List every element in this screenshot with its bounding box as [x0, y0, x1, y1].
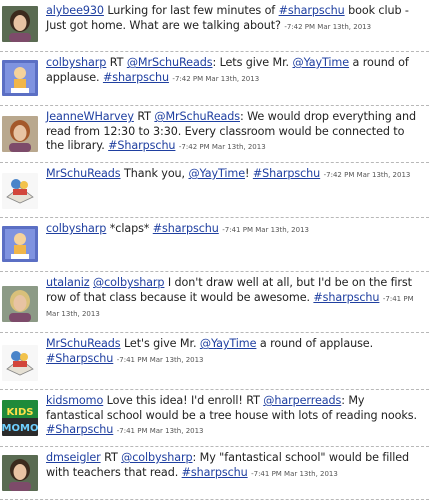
tweet-timestamp: -7:41 PM Mar 13th, 2013: [222, 226, 309, 234]
hashtag-link[interactable]: #sharpschu: [279, 4, 345, 17]
tweet-item: JeanneWHarvey RT @MrSchuReads: We would …: [0, 106, 429, 163]
tweet-body-text: RT: [100, 451, 122, 464]
logo-text-top: KIDS: [7, 407, 34, 418]
tweet-item: dmseigler RT @colbysharp: My "fantastica…: [0, 447, 429, 500]
tweet-timestamp: -7:42 PM Mar 13th, 2013: [284, 22, 372, 31]
username-link[interactable]: MrSchuReads: [46, 167, 121, 180]
tweet-timestamp: -7:41 PM Mar 13th, 2013: [116, 427, 204, 435]
hashtag-link[interactable]: #Sharpschu: [46, 352, 113, 365]
tweet-item: colbysharp *claps* #sharpschu -7:41 PM M…: [0, 218, 429, 272]
hashtag-link[interactable]: #Sharpschu: [253, 167, 320, 180]
username-link[interactable]: alybee930: [46, 4, 104, 17]
woman-photo-icon[interactable]: [2, 116, 38, 152]
tweet-text: MrSchuReads Thank you, @YayTime! #Sharps…: [46, 167, 425, 183]
hashtag-link[interactable]: #Sharpschu: [46, 423, 113, 436]
cartoon-character-icon[interactable]: [2, 60, 38, 96]
tweet-feed: alybee930 Lurking for last few minutes o…: [0, 0, 429, 500]
tweet-item: KIDS MOMO kidsmomo Love this idea! I'd en…: [0, 390, 429, 447]
mention-link[interactable]: @colbysharp: [121, 451, 192, 464]
kids-momo-logo-icon[interactable]: KIDS MOMO: [2, 400, 38, 436]
tweet-body-text: Thank you,: [120, 167, 189, 180]
tweet-timestamp: -7:41 PM Mar 13th, 2013: [251, 469, 338, 478]
tweet-text: MrSchuReads Let's give Mr. @YayTime a ro…: [46, 337, 425, 367]
tweet-item: colbysharp RT @MrSchuReads: Lets give Mr…: [0, 52, 429, 106]
tweet-item: utalaniz @colbysharp I don't draw well a…: [0, 272, 429, 333]
tweet-text: JeanneWHarvey RT @MrSchuReads: We would …: [46, 110, 425, 155]
username-link[interactable]: MrSchuReads: [46, 337, 121, 350]
tweet-text: kidsmomo Love this idea! I'd enroll! RT …: [46, 394, 425, 439]
username-link[interactable]: kidsmomo: [46, 394, 103, 407]
hashtag-link[interactable]: #sharpschu: [103, 71, 169, 84]
tweet-text: dmseigler RT @colbysharp: My "fantastica…: [46, 451, 425, 481]
tweet-text: colbysharp RT @MrSchuReads: Lets give Mr…: [46, 56, 425, 86]
tweet-item: alybee930 Lurking for last few minutes o…: [0, 0, 429, 52]
book-character-icon[interactable]: [2, 345, 38, 381]
tweet-timestamp: -7:42 PM Mar 13th, 2013: [172, 74, 260, 83]
woman-photo-icon[interactable]: [2, 455, 38, 491]
username-link[interactable]: colbysharp: [46, 222, 106, 235]
tweet-timestamp: -7:42 PM Mar 13th, 2013: [323, 171, 411, 179]
mention-link[interactable]: @YayTime: [292, 56, 349, 69]
hashtag-link[interactable]: #sharpschu: [182, 466, 248, 479]
mention-link[interactable]: @harperreads: [263, 394, 341, 407]
tweet-body-text: Let's give Mr.: [120, 337, 200, 350]
tweet-body-text: !: [245, 167, 253, 180]
tweet-timestamp: -7:42 PM Mar 13th, 2013: [178, 143, 266, 151]
username-link[interactable]: colbysharp: [46, 56, 106, 69]
mention-link[interactable]: @MrSchuReads: [127, 56, 213, 69]
tweet-body-text: RT: [133, 110, 155, 123]
tweet-body-text: Love this idea! I'd enroll! RT: [103, 394, 264, 407]
hashtag-link[interactable]: #Sharpschu: [108, 139, 175, 152]
mention-link[interactable]: @MrSchuReads: [154, 110, 240, 123]
cartoon-character-icon[interactable]: [2, 226, 38, 262]
username-link[interactable]: JeanneWHarvey: [46, 110, 134, 123]
mention-link[interactable]: @colbysharp: [93, 276, 164, 289]
tweet-body-text: : Lets give Mr.: [212, 56, 293, 69]
username-link[interactable]: dmseigler: [46, 451, 101, 464]
book-character-icon[interactable]: [2, 173, 38, 209]
mention-link[interactable]: @YayTime: [200, 337, 257, 350]
username-link[interactable]: utalaniz: [46, 276, 90, 289]
hashtag-link[interactable]: #sharpschu: [313, 291, 379, 304]
tweet-body-text: Lurking for last few minutes of: [103, 4, 279, 17]
hashtag-link[interactable]: #sharpschu: [153, 222, 219, 235]
tweet-body-text: a round of applause.: [256, 337, 374, 350]
tweet-body-text: RT: [106, 56, 127, 69]
tweet-text: utalaniz @colbysharp I don't draw well a…: [46, 276, 425, 322]
tweet-timestamp: -7:41 PM Mar 13th, 2013: [116, 355, 204, 364]
woman-photo-icon[interactable]: [2, 6, 38, 42]
tweet-body-text: *claps*: [106, 222, 153, 235]
woman-photo-icon[interactable]: [2, 286, 38, 322]
tweet-item: MrSchuReads Let's give Mr. @YayTime a ro…: [0, 333, 429, 390]
tweet-item: MrSchuReads Thank you, @YayTime! #Sharps…: [0, 163, 429, 218]
tweet-text: alybee930 Lurking for last few minutes o…: [46, 4, 425, 34]
tweet-text: colbysharp *claps* #sharpschu -7:41 PM M…: [46, 222, 425, 238]
logo-text-bottom: MOMO: [2, 423, 38, 434]
mention-link[interactable]: @YayTime: [188, 167, 245, 180]
